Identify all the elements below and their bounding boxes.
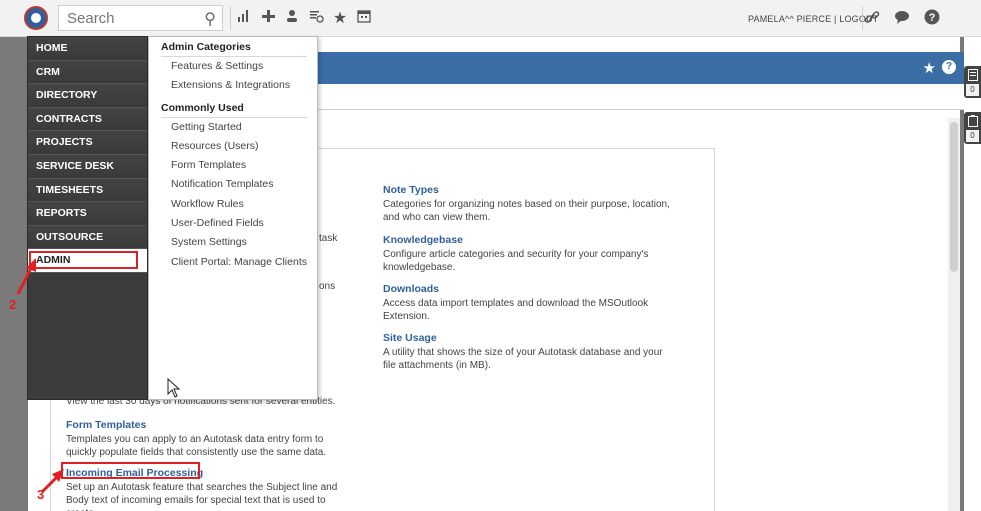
menu-item-service-desk[interactable]: SERVICE DESK bbox=[28, 154, 147, 179]
page-help-icon[interactable]: ? bbox=[942, 60, 956, 74]
entry-link[interactable]: Knowledgebase bbox=[383, 234, 673, 246]
entry-knowledgebase: Knowledgebase Configure article categori… bbox=[383, 234, 673, 274]
submenu-item-getting-started[interactable]: Getting Started bbox=[149, 118, 317, 137]
entry-downloads: Downloads Access data import templates a… bbox=[383, 283, 673, 323]
entry-description: Categories for organizing notes based on… bbox=[383, 199, 670, 223]
partial-text: task bbox=[319, 233, 338, 244]
side-widget-count: 0 bbox=[966, 130, 979, 142]
step-number: 2 bbox=[9, 297, 17, 312]
entry-description: Configure article categories and securit… bbox=[383, 249, 649, 273]
dashboard-chart-icon[interactable] bbox=[232, 8, 256, 30]
submenu-item-notification-templates[interactable]: Notification Templates bbox=[149, 175, 317, 194]
entry-description: Set up an Autotask feature that searches… bbox=[66, 482, 338, 511]
submenu-heading: Commonly Used bbox=[161, 102, 307, 118]
chat-icon[interactable] bbox=[892, 8, 912, 28]
calendar-icon[interactable] bbox=[352, 8, 376, 30]
highlight-incoming-email bbox=[61, 462, 200, 479]
submenu-item-client-portal[interactable]: Client Portal: Manage Clients bbox=[149, 253, 317, 272]
autotask-logo-icon[interactable] bbox=[24, 6, 48, 30]
help-icon[interactable]: ? bbox=[922, 8, 942, 28]
search-icon[interactable]: ⚲ bbox=[204, 9, 216, 29]
menu-item-contracts[interactable]: CONTRACTS bbox=[28, 107, 147, 132]
menu-item-home[interactable]: HOME bbox=[28, 37, 147, 61]
top-toolbar: ⚲ ★ PAMELA^^ PIERCE | LOGOUT ? bbox=[0, 0, 981, 37]
entry-form-templates: Form Templates Templates you can apply t… bbox=[66, 419, 356, 459]
submenu-item-form-templates[interactable]: Form Templates bbox=[149, 156, 317, 175]
star-icon[interactable]: ★ bbox=[328, 8, 352, 30]
admin-submenu: Admin Categories Features & Settings Ext… bbox=[148, 36, 318, 400]
plus-icon[interactable] bbox=[256, 8, 280, 30]
entry-description: Templates you can apply to an Autotask d… bbox=[66, 434, 327, 458]
toolbar-divider bbox=[230, 6, 231, 30]
submenu-heading: Admin Categories bbox=[161, 41, 307, 57]
favorite-star-icon[interactable]: ★ bbox=[923, 59, 936, 77]
scrollbar-thumb[interactable] bbox=[950, 122, 958, 272]
submenu-item-system-settings[interactable]: System Settings bbox=[149, 233, 317, 252]
user-name[interactable]: PAMELA^^ PIERCE bbox=[748, 14, 831, 24]
entry-description: Access data import templates and downloa… bbox=[383, 298, 649, 322]
entry-link[interactable]: Downloads bbox=[383, 283, 673, 295]
submenu-item-features-settings[interactable]: Features & Settings bbox=[149, 57, 317, 76]
timesheet-icon[interactable] bbox=[304, 8, 328, 30]
entry-description: A utility that shows the size of your Au… bbox=[383, 347, 663, 371]
entry-site-usage: Site Usage A utility that shows the size… bbox=[383, 332, 673, 372]
user-info: PAMELA^^ PIERCE | LOGOUT bbox=[748, 14, 878, 24]
side-widget-notes[interactable]: 0 bbox=[964, 66, 981, 98]
search-box: ⚲ bbox=[58, 5, 223, 31]
arrow-icon bbox=[16, 258, 36, 295]
highlight-admin bbox=[29, 251, 138, 269]
side-widget-clipboard[interactable]: 0 bbox=[964, 112, 981, 144]
entry-link[interactable]: Form Templates bbox=[66, 419, 356, 431]
menu-item-reports[interactable]: REPORTS bbox=[28, 202, 147, 226]
submenu-item-extensions[interactable]: Extensions & Integrations bbox=[149, 76, 317, 95]
entry-note-types: Note Types Categories for organizing not… bbox=[383, 184, 673, 224]
side-widget-count: 0 bbox=[966, 84, 979, 96]
document-icon bbox=[964, 66, 981, 84]
search-input[interactable] bbox=[59, 6, 189, 30]
step-number: 3 bbox=[37, 487, 45, 502]
clipboard-icon bbox=[964, 112, 981, 130]
link-icon[interactable] bbox=[862, 8, 882, 28]
menu-item-timesheets[interactable]: TIMESHEETS bbox=[28, 178, 147, 203]
quick-icons: ★ bbox=[232, 8, 376, 30]
menu-item-directory[interactable]: DIRECTORY bbox=[28, 84, 147, 108]
svg-text:?: ? bbox=[929, 12, 936, 24]
menu-item-outsource[interactable]: OUTSOURCE bbox=[28, 225, 147, 250]
entry-link[interactable]: Site Usage bbox=[383, 332, 673, 344]
submenu-item-resources[interactable]: Resources (Users) bbox=[149, 137, 317, 156]
user-separator: | bbox=[834, 14, 837, 24]
submenu-item-user-defined-fields[interactable]: User-Defined Fields bbox=[149, 214, 317, 233]
menu-item-projects[interactable]: PROJECTS bbox=[28, 131, 147, 155]
partial-text: ons bbox=[319, 281, 336, 292]
main-menu: HOME CRM DIRECTORY CONTRACTS PROJECTS SE… bbox=[27, 36, 148, 400]
menu-item-crm[interactable]: CRM bbox=[28, 60, 147, 85]
mouse-cursor-icon bbox=[167, 378, 181, 398]
user-icon[interactable] bbox=[280, 8, 304, 30]
entry-link[interactable]: Note Types bbox=[383, 184, 673, 196]
submenu-item-workflow-rules[interactable]: Workflow Rules bbox=[149, 195, 317, 214]
right-toolbar-icons: ? bbox=[862, 8, 942, 28]
